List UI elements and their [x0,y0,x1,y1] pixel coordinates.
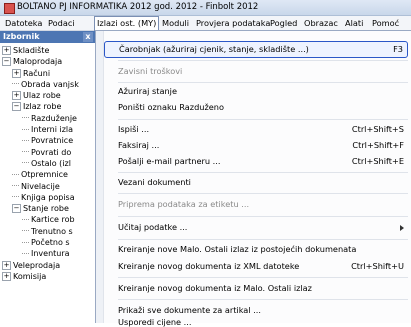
menu-pogled[interactable]: Pogled [268,17,299,29]
menu-izlazi-ost[interactable]: Izlazi ost. (MY) [94,16,160,31]
tree-connector [22,162,29,164]
menu-item-kreiranje-iz-ostali-izlaz[interactable]: Kreiranje novog dokumenta iz Malo. Ostal… [104,281,408,296]
tree-item-knjiga-popisa[interactable]: Knjiga popisa [0,192,95,203]
sidebar: Izbornik x + Skladište − Maloprodaja + Raču… [0,31,96,322]
menu-separator [118,60,408,61]
app-icon [4,3,15,14]
tree-connector [22,252,29,255]
tree-item-skladiste[interactable]: + Skladište [0,45,95,56]
menu-separator [118,216,408,217]
tree-item-otpremnice[interactable]: Otpremnice [0,169,95,180]
collapse-icon[interactable]: − [12,204,21,214]
collapse-icon[interactable]: − [12,102,21,112]
submenu-arrow-icon [400,225,404,231]
expand-icon[interactable]: + [2,271,11,281]
tree-item-izlaz-robe[interactable]: − Izlaz robe [0,101,95,112]
tree-item-trenutno-stanje[interactable]: Trenutno s [0,226,95,237]
tree-item-kartice-robe[interactable]: Kartice rob [0,214,95,225]
menu-separator [118,299,408,300]
menu-item-priprema-etikete[interactable]: Priprema podataka za etiketu ... [104,197,408,212]
menu-item-vezani-dokumenti[interactable]: Vezani dokumenti [104,175,408,190]
tree-item-stanje-robe[interactable]: − Stanje robe [0,203,95,214]
menu-item-ispisi[interactable]: Ispiši ... Ctrl+Shift+S [104,122,408,137]
tree-connector [22,218,29,221]
tree-item-inventura[interactable]: Inventura [0,248,95,259]
tree-item-veleprodaja[interactable]: + Veleprodaja [0,260,95,271]
collapse-icon[interactable]: − [2,57,11,67]
menu-provjera-podataka[interactable]: Provjera podataka [194,17,272,29]
tree-item-racuni[interactable]: + Računi [0,68,95,79]
tree-connector [12,83,19,85]
expand-icon[interactable]: + [12,91,21,101]
menu-separator [118,82,408,83]
tree-connector [12,173,19,176]
tree-connector [22,128,29,131]
menu-separator [118,239,408,240]
tree-connector [22,139,29,142]
tree-connector [12,196,19,198]
menu-item-azuriraj-stanje[interactable]: Ažuriraj stanje [104,84,408,99]
menu-bar: Datoteka Podaci Izlazi ost. (MY) Moduli … [0,16,411,31]
menu-item-usporedi-cijene[interactable]: Usporedi cijene ... [104,318,408,326]
sidebar-title: Izbornik [3,32,40,41]
menu-separator [118,193,408,194]
tree-connector [22,230,29,232]
menu-alati[interactable]: Alati [343,17,365,29]
menu-separator [118,172,408,173]
menu-separator [118,277,408,278]
sidebar-header: Izbornik x [0,31,95,43]
menu-item-ponisti-oznaku[interactable]: Poništi oznaku Razduženo [104,100,408,115]
tree-item-obrada-vanjsk[interactable]: Obrada vanjsk [0,79,95,90]
tree-item-nivelacije[interactable]: Nivelacije [0,181,95,192]
window-title: BOLTANO PJ INFORMATIKA 2012 god. 2012 - … [17,2,259,12]
menu-item-zavisni-troskovi[interactable]: Zavisni troškovi [104,64,408,79]
menu-item-posalji-email[interactable]: Pošalji e-mail partneru ... Ctrl+Shift+E [104,154,408,169]
tree-item-maloprodaja[interactable]: − Maloprodaja [0,56,95,67]
menu-datoteka[interactable]: Datoteka [3,17,44,29]
menu-item-carobnjak[interactable]: Čarobnjak (ažuriraj cjenik, stanje, skla… [104,41,408,58]
tree-connector [22,241,29,244]
tree-connector [22,117,29,119]
tree-item-pocetno-stanje[interactable]: Početno s [0,237,95,248]
menu-pomoc[interactable]: Pomoć [370,17,401,29]
menu-item-ucitaj-podatke[interactable]: Učitaj podatke ... [104,220,408,235]
tree-connector [12,185,19,187]
expand-icon[interactable]: + [2,260,11,270]
tree-item-ulaz-robe[interactable]: + Ulaz robe [0,90,95,101]
menu-item-prikazi-dokumente[interactable]: Prikaži sve dokumente za artikal ... [104,303,408,318]
menu-podaci[interactable]: Podaci [46,17,77,29]
menu-moduli[interactable]: Moduli [160,17,191,29]
menu-item-kreiranje-iz-xml[interactable]: Kreiranje novog dokumenta iz XML datotek… [104,259,408,274]
tree-item-povratnice[interactable]: Povratnice [0,135,95,146]
menu-gutter [96,31,104,323]
menu-item-kreiranje-iz-postojecih[interactable]: Kreiranje nove Malo. Ostali izlaz iz pos… [104,242,408,257]
tree-item-komisija[interactable]: + Komisija [0,271,95,282]
navigation-tree: + Skladište − Maloprodaja + Računi Obrada v… [0,45,95,282]
menu-item-faksiraj[interactable]: Faksiraj ... Ctrl+Shift+F [104,138,408,153]
title-bar: BOLTANO PJ INFORMATIKA 2012 god. 2012 - … [0,0,411,16]
menu-obrazac[interactable]: Obrazac [302,17,340,29]
tree-item-razduzenje[interactable]: Razduženje [0,113,95,124]
tree-item-povrati-do[interactable]: Povrati do [0,147,95,158]
menu-separator [118,119,408,120]
tree-connector [22,151,29,153]
izlazi-dropdown-menu: Čarobnjak (ažuriraj cjenik, stanje, skla… [95,30,411,326]
tree-item-interni-izlaz[interactable]: Interni izla [0,124,95,135]
tree-item-ostalo-izlaz[interactable]: Ostalo (izl [0,158,95,169]
close-icon[interactable]: x [83,32,93,42]
expand-icon[interactable]: + [12,68,21,78]
expand-icon[interactable]: + [2,46,11,55]
